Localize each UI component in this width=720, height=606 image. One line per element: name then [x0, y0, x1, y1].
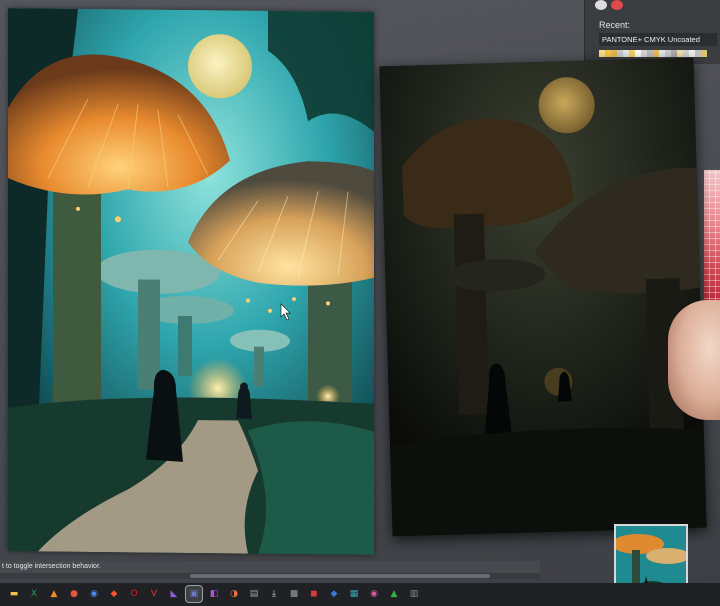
app-dark-icon[interactable]: ■ — [286, 586, 302, 602]
app-teal-icon[interactable]: ▦ — [346, 586, 362, 602]
swatches-panel: Recent: PANTONE+ CMYK Uncoated — [584, 0, 720, 64]
recent-swatch-row — [599, 50, 707, 57]
proof-left-stem — [453, 213, 490, 415]
visual-studio-icon[interactable]: ◣ — [166, 586, 182, 602]
brave-icon[interactable]: ◆ — [106, 586, 122, 602]
status-text: t to toggle intersection behavior. — [2, 563, 101, 570]
app-green-icon[interactable]: ▲ — [386, 586, 402, 602]
proof-ground — [390, 427, 707, 537]
panel-dot-icon — [611, 0, 623, 10]
artwork-canvas[interactable] — [8, 8, 374, 555]
taskbar: ▬ X ▲ ● ◉ ◆ O V ◣ ▣ ◧ ◑ ▤ ⤓ ■ ◼ ◆ ▦ ◉ ▲ ▥ — [0, 583, 720, 606]
status-bar: t to toggle intersection behavior. — [0, 561, 540, 573]
app-gray2-icon[interactable]: ▥ — [406, 586, 422, 602]
app-red-icon[interactable]: ◼ — [306, 586, 322, 602]
upload-icon[interactable]: ⤓ — [266, 586, 282, 602]
firefox-icon[interactable]: ● — [66, 586, 82, 602]
hand — [668, 300, 720, 420]
vivaldi-icon[interactable]: V — [146, 586, 162, 602]
swatch-library-select[interactable]: PANTONE+ CMYK Uncoated — [599, 33, 717, 46]
mid-mushroom-stem — [138, 279, 160, 390]
far-mushroom-stem — [178, 315, 192, 377]
vlc-icon[interactable]: ▲ — [46, 586, 62, 602]
panel-top-icons — [595, 0, 623, 10]
recent-swatch[interactable] — [701, 50, 707, 57]
recent-label: Recent: — [599, 20, 631, 30]
taskbar-icons: ▬ X ▲ ● ◉ ◆ O V ◣ ▣ ◧ ◑ ▤ ⤓ ■ ◼ ◆ ▦ ◉ ▲ ▥ — [6, 585, 422, 603]
printed-proof — [379, 57, 707, 537]
excel-icon[interactable]: X — [26, 586, 42, 602]
app-gray-icon[interactable]: ▤ — [246, 586, 262, 602]
scrollbar-thumb[interactable] — [190, 574, 490, 578]
opera-icon[interactable]: O — [126, 586, 142, 602]
app-pink-icon[interactable]: ◉ — [366, 586, 382, 602]
chrome-icon[interactable]: ◉ — [86, 586, 102, 602]
foreground-plants — [248, 421, 374, 555]
swatch-grid[interactable] — [704, 170, 720, 310]
app-purple-icon[interactable]: ◧ — [206, 586, 222, 602]
small-mushroom-stem — [254, 346, 264, 387]
panel-dot-icon — [595, 0, 607, 10]
app-orange-icon[interactable]: ◑ — [226, 586, 242, 602]
canvas-workspace[interactable]: Recent: PANTONE+ CMYK Uncoated t to togg… — [0, 0, 720, 606]
file-explorer-icon[interactable]: ▬ — [6, 586, 22, 602]
app-blue-icon[interactable]: ◆ — [326, 586, 342, 602]
app-window-icon[interactable]: ▣ — [185, 585, 203, 603]
